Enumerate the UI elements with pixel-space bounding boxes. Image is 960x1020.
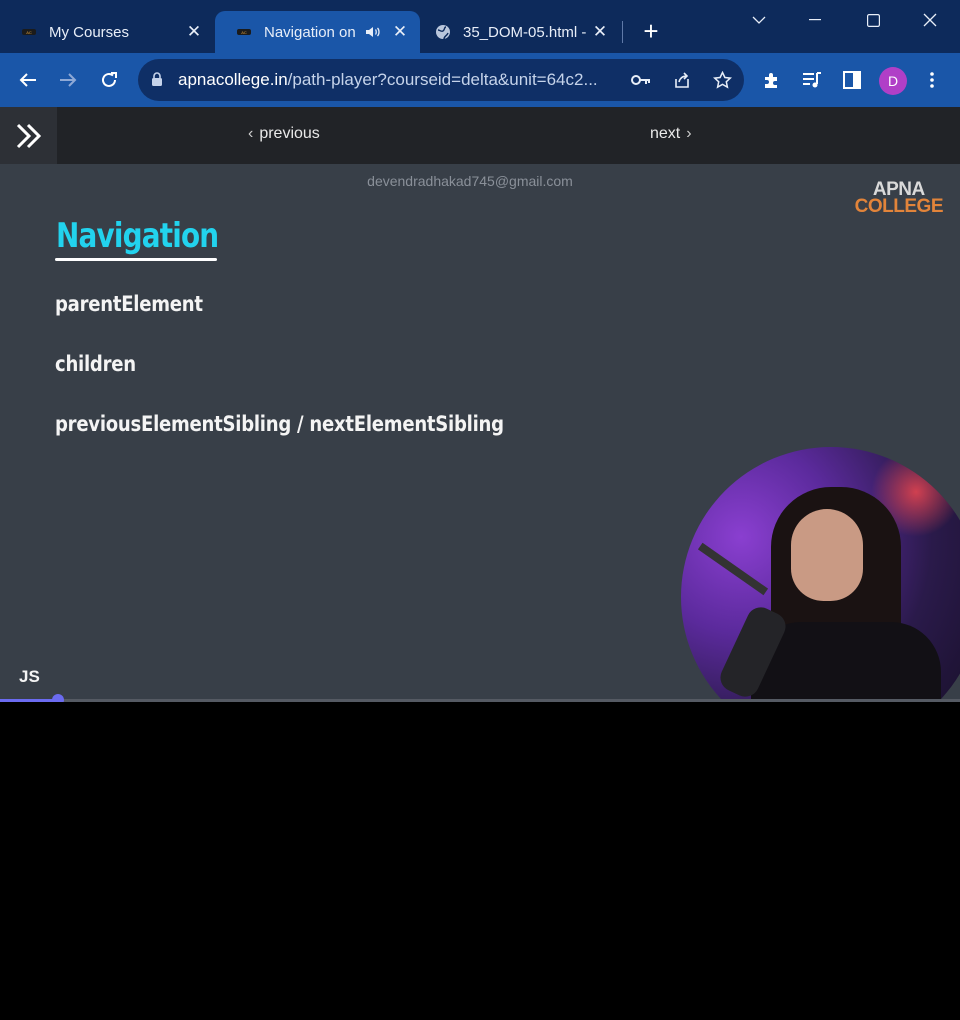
maximize-icon[interactable]: [859, 6, 887, 34]
slide-item: previousElementSibling / nextElementSibl…: [55, 412, 504, 436]
video-controls-area: [0, 702, 960, 1020]
forward-arrow-icon[interactable]: [56, 68, 80, 92]
apna-college-logo: APNA COLLEGE: [854, 180, 944, 217]
tab-search-chevron-down-icon[interactable]: [745, 6, 773, 34]
heading-underline: [55, 258, 217, 261]
course-nav-bar: ‹ previous next ›: [0, 107, 960, 164]
svg-text:AC: AC: [26, 30, 32, 35]
double-chevron-right-icon: [16, 123, 41, 148]
tab-strip: AC My Courses ✕ AC Navigation on ✕ 35_DO…: [0, 0, 960, 53]
previous-label: previous: [259, 125, 320, 142]
bookmark-star-icon[interactable]: [711, 70, 733, 90]
speaker-icon[interactable]: [365, 25, 381, 39]
profile-avatar[interactable]: D: [879, 67, 907, 95]
apna-college-favicon-icon: AC: [237, 29, 251, 35]
extensions-puzzle-icon[interactable]: [760, 68, 784, 92]
video-player[interactable]: devendradhakad745@gmail.com APNA COLLEGE…: [0, 164, 960, 699]
next-label: next: [650, 125, 681, 142]
tab-title: Navigation on: [264, 23, 356, 41]
new-tab-plus-icon[interactable]: +: [640, 18, 662, 44]
chevron-left-icon: ‹: [248, 125, 254, 142]
side-panel-icon[interactable]: [840, 68, 864, 92]
minimize-icon[interactable]: [801, 6, 829, 34]
apna-college-favicon-icon: AC: [22, 29, 36, 35]
tab-dom-file[interactable]: 35_DOM-05.html - ✕: [420, 11, 620, 53]
back-arrow-icon[interactable]: [16, 68, 40, 92]
url-text[interactable]: apnacollege.in/path-player?courseid=delt…: [178, 70, 618, 90]
expand-sidebar-button[interactable]: [0, 107, 57, 164]
slide-item: parentElement: [55, 292, 203, 316]
tab-close-icon[interactable]: ✕: [592, 23, 608, 40]
tab-close-icon[interactable]: ✕: [392, 23, 408, 40]
tab-title: 35_DOM-05.html -: [463, 23, 587, 41]
tab-title: My Courses: [49, 23, 130, 41]
svg-text:AC: AC: [241, 30, 247, 35]
tab-my-courses[interactable]: AC My Courses ✕: [0, 11, 214, 53]
media-queue-icon[interactable]: [800, 68, 824, 92]
browser-toolbar: apnacollege.in/path-player?courseid=delt…: [0, 53, 960, 107]
previous-link[interactable]: ‹ previous: [248, 125, 320, 143]
reload-icon[interactable]: [97, 68, 121, 92]
address-bar[interactable]: apnacollege.in/path-player?courseid=delt…: [138, 59, 744, 101]
next-link[interactable]: next ›: [650, 125, 692, 143]
globe-icon: [436, 25, 450, 40]
js-label: JS: [19, 667, 40, 686]
key-icon[interactable]: [630, 70, 652, 90]
tab-separator: [622, 21, 623, 43]
tab-navigation[interactable]: AC Navigation on ✕: [215, 11, 420, 53]
chevron-right-icon: ›: [686, 125, 692, 142]
tab-close-icon[interactable]: ✕: [186, 23, 202, 40]
share-icon[interactable]: [671, 70, 693, 90]
logo-line-2: COLLEGE: [854, 196, 944, 217]
slide-heading: Navigation: [56, 216, 219, 256]
close-window-icon[interactable]: [916, 6, 944, 34]
slide-item: children: [55, 352, 136, 376]
user-watermark: devendradhakad745@gmail.com: [367, 173, 573, 189]
url-path: /path-player?courseid=delta&unit=64c2...: [287, 70, 598, 89]
url-host: apnacollege.in: [178, 70, 288, 89]
lock-icon[interactable]: [151, 72, 163, 87]
instructor-webcam: [681, 447, 960, 699]
more-vertical-icon[interactable]: [920, 68, 944, 92]
